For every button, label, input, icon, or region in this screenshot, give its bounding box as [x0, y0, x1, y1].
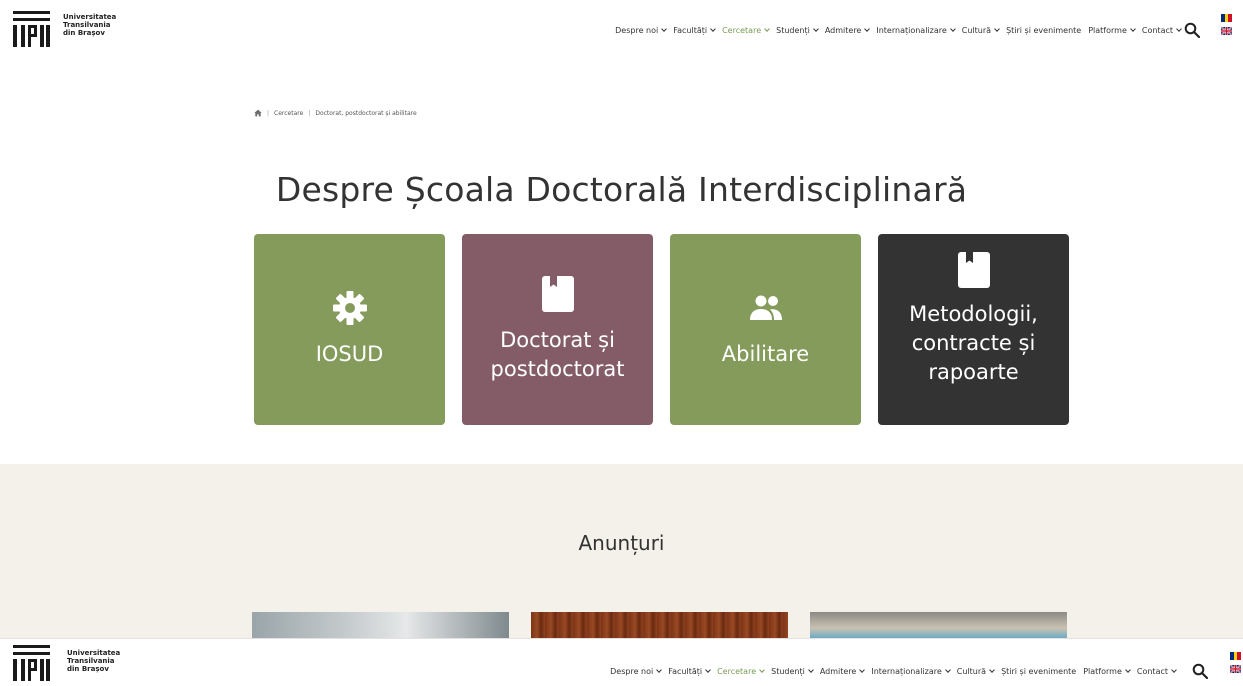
card-label: IOSUD: [315, 342, 384, 366]
card-abilitare[interactable]: Abilitare: [670, 234, 861, 425]
card-label: Abilitare: [721, 342, 810, 366]
nav-studenti[interactable]: Studenți: [771, 667, 814, 676]
search-icon[interactable]: [1184, 22, 1200, 38]
card-metodologii[interactable]: Metodologii, contracte și rapoarte: [878, 234, 1069, 425]
chevron-down-icon: [1125, 667, 1131, 673]
nav-platforme[interactable]: Platforme: [1083, 667, 1131, 676]
chevron-down-icon: [807, 667, 814, 673]
nav-admitere[interactable]: Admitere: [825, 26, 871, 35]
nav-despre-noi[interactable]: Despre noi: [615, 26, 668, 35]
card-label: Metodologii, contracte și rapoarte: [909, 302, 1038, 384]
chevron-down-icon: [944, 667, 951, 673]
uk-flag-icon[interactable]: [1230, 665, 1241, 673]
announcements-section: Anunțuri: [0, 464, 1243, 644]
bookmark-icon: [957, 252, 990, 288]
nav-platforme[interactable]: Platforme: [1088, 26, 1136, 35]
language-switcher: [1230, 652, 1242, 673]
chevron-down-icon: [764, 26, 770, 32]
logo-mark-icon: [13, 11, 50, 47]
university-logo[interactable]: Universitatea Transilvania din Brașov: [13, 11, 116, 47]
chevron-down-icon: [661, 26, 668, 32]
uk-flag-icon[interactable]: [1221, 27, 1232, 35]
chevron-down-icon: [1176, 26, 1182, 32]
chevron-down-icon: [949, 26, 956, 32]
site-header: Universitatea Transilvania din Brașov De…: [0, 0, 1243, 64]
home-icon[interactable]: [254, 109, 262, 117]
nav-stiri-evenimente[interactable]: Știri și evenimente: [1006, 26, 1081, 35]
nav-cercetare[interactable]: Cercetare: [722, 26, 770, 35]
doctoral-cards: IOSUD Doctorat și postdoctorat Abilitare…: [254, 234, 1069, 425]
users-icon: [749, 295, 782, 320]
chevron-down-icon: [994, 26, 1000, 32]
nav-facultati[interactable]: Facultăți: [668, 667, 711, 676]
sticky-header: Universitatea Transilvania din Brașov De…: [0, 638, 1243, 686]
nav-internationalizare[interactable]: Internaționalizare: [876, 26, 956, 35]
announcements-title: Anunțuri: [578, 531, 665, 555]
chevron-down-icon: [1130, 26, 1136, 32]
romania-flag-icon[interactable]: [1221, 14, 1233, 22]
chevron-down-icon: [812, 26, 819, 32]
bookmark-icon: [541, 275, 574, 312]
nav-despre-noi[interactable]: Despre noi: [610, 667, 663, 676]
chevron-down-icon: [859, 667, 866, 673]
university-name: Universitatea Transilvania din Brașov: [67, 649, 121, 673]
nav-cultura[interactable]: Cultură: [962, 26, 1000, 35]
gear-icon: [332, 291, 367, 325]
chevron-down-icon: [656, 667, 663, 673]
nav-studenti[interactable]: Studenți: [776, 26, 819, 35]
logo-mark-icon: [13, 645, 50, 681]
nav-contact[interactable]: Contact: [1137, 667, 1177, 676]
breadcrumb-current: Doctorat, postdoctorat și abilitare: [315, 109, 417, 117]
nav-facultati[interactable]: Facultăți: [673, 26, 716, 35]
chevron-down-icon: [1171, 667, 1177, 673]
page-title: Despre Școala Doctorală Interdisciplinar…: [275, 170, 968, 209]
chevron-down-icon: [705, 667, 711, 673]
university-logo[interactable]: Universitatea Transilvania din Brașov: [13, 645, 120, 681]
nav-contact[interactable]: Contact: [1142, 26, 1182, 35]
chevron-down-icon: [759, 667, 765, 673]
nav-cercetare[interactable]: Cercetare: [717, 667, 765, 676]
language-switcher: [1221, 14, 1233, 35]
card-label: Doctorat și postdoctorat: [490, 327, 625, 381]
nav-admitere[interactable]: Admitere: [820, 667, 866, 676]
breadcrumb-separator: |: [267, 109, 270, 117]
search-icon[interactable]: [1192, 663, 1208, 679]
nav-internationalizare[interactable]: Internaționalizare: [871, 667, 951, 676]
nav-cultura[interactable]: Cultură: [957, 667, 995, 676]
breadcrumb-cercetare[interactable]: Cercetare: [274, 110, 303, 117]
card-doctorat-postdoctorat[interactable]: Doctorat și postdoctorat: [462, 234, 653, 425]
chevron-down-icon: [989, 667, 995, 673]
chevron-down-icon: [864, 26, 871, 32]
breadcrumb: | Cercetare | Doctorat, postdoctorat și …: [254, 109, 417, 117]
university-name: Universitatea Transilvania din Brașov: [63, 13, 117, 37]
nav-stiri-evenimente[interactable]: Știri și evenimente: [1001, 667, 1076, 676]
card-iosud[interactable]: IOSUD: [254, 234, 445, 425]
main-nav: Despre noi Facultăți Cercetare Studenți …: [610, 667, 1177, 676]
breadcrumb-separator: |: [308, 109, 311, 117]
chevron-down-icon: [710, 26, 716, 32]
main-nav: Despre noi Facultăți Cercetare Studenți …: [615, 26, 1182, 35]
romania-flag-icon[interactable]: [1230, 652, 1242, 660]
